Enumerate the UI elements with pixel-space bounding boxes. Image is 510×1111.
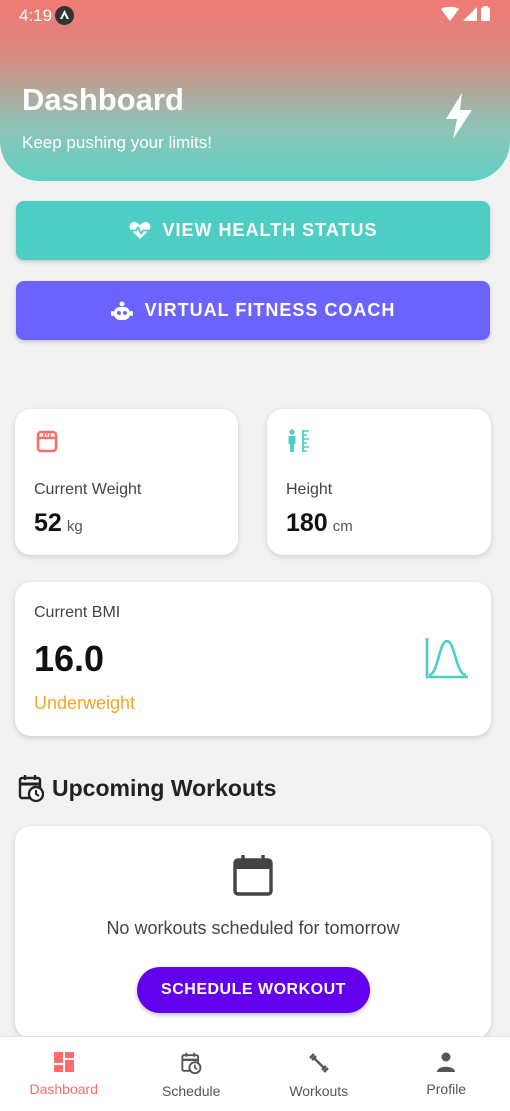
notification-icon	[55, 6, 74, 25]
bottom-nav: Dashboard Schedule Workouts Profile	[0, 1036, 510, 1111]
weight-card[interactable]: Current Weight 52 kg	[15, 409, 238, 555]
nav-label-workouts: Workouts	[289, 1083, 349, 1099]
scale-icon	[35, 429, 59, 458]
heart-pulse-icon	[129, 222, 150, 239]
nav-item-profile[interactable]: Profile	[383, 1037, 510, 1111]
status-icons	[441, 6, 490, 21]
calendar-clock-icon	[18, 775, 44, 802]
height-unit: cm	[332, 518, 353, 535]
signal-icon	[463, 6, 477, 21]
nav-label-profile: Profile	[426, 1081, 467, 1097]
weight-value-row: 52 kg	[34, 509, 83, 538]
page-subtitle: Keep pushing your limits!	[22, 133, 212, 152]
bell-curve-icon	[424, 635, 470, 686]
schedule-workout-button[interactable]: SCHEDULE WORKOUT	[137, 967, 370, 1013]
calendar-icon	[233, 854, 273, 901]
bmi-value: 16.0	[34, 638, 105, 679]
virtual-fitness-coach-button[interactable]: VIRTUAL FITNESS COACH	[16, 281, 490, 340]
bmi-label: Current BMI	[34, 604, 121, 621]
nav-label-dashboard: Dashboard	[29, 1081, 99, 1097]
page-title: Dashboard	[22, 82, 184, 117]
wifi-icon	[441, 6, 459, 21]
height-ruler-icon	[287, 429, 313, 458]
calendar-clock-icon	[181, 1052, 202, 1074]
robot-icon	[110, 301, 133, 320]
bolt-icon	[444, 93, 474, 144]
dumbbell-icon	[308, 1053, 329, 1073]
view-health-status-label: VIEW HEALTH STATUS	[162, 220, 378, 240]
upcoming-workouts-header: Upcoming Workouts	[18, 774, 276, 802]
empty-workouts-text: No workouts scheduled for tomorrow	[106, 918, 400, 938]
height-value-row: 180 cm	[286, 509, 353, 538]
weight-unit: kg	[66, 518, 83, 535]
status-bar: 4:19	[0, 0, 510, 36]
nav-item-dashboard[interactable]: Dashboard	[0, 1037, 128, 1111]
person-icon	[437, 1052, 456, 1072]
weight-label: Current Weight	[34, 481, 142, 498]
status-time: 4:19	[19, 6, 53, 25]
header-banner: 4:19 Dashboard Keep pushing your limits!	[0, 0, 510, 181]
nav-item-workouts[interactable]: Workouts	[255, 1037, 383, 1111]
weight-value: 52	[34, 509, 62, 537]
upcoming-workouts-title: Upcoming Workouts	[52, 774, 277, 801]
height-card[interactable]: Height 180 cm	[267, 409, 491, 555]
view-health-status-button[interactable]: VIEW HEALTH STATUS	[16, 201, 490, 260]
height-label: Height	[286, 481, 333, 498]
battery-icon	[481, 6, 490, 21]
upcoming-workouts-card: No workouts scheduled for tomorrow SCHED…	[15, 826, 491, 1038]
height-value: 180	[286, 509, 328, 537]
bmi-status: Underweight	[34, 693, 136, 713]
dashboard-icon	[53, 1052, 74, 1072]
bmi-card[interactable]: Current BMI 16.0 Underweight	[15, 582, 491, 736]
nav-label-schedule: Schedule	[162, 1083, 221, 1099]
nav-item-schedule[interactable]: Schedule	[128, 1037, 256, 1111]
virtual-fitness-coach-label: VIRTUAL FITNESS COACH	[144, 300, 396, 320]
